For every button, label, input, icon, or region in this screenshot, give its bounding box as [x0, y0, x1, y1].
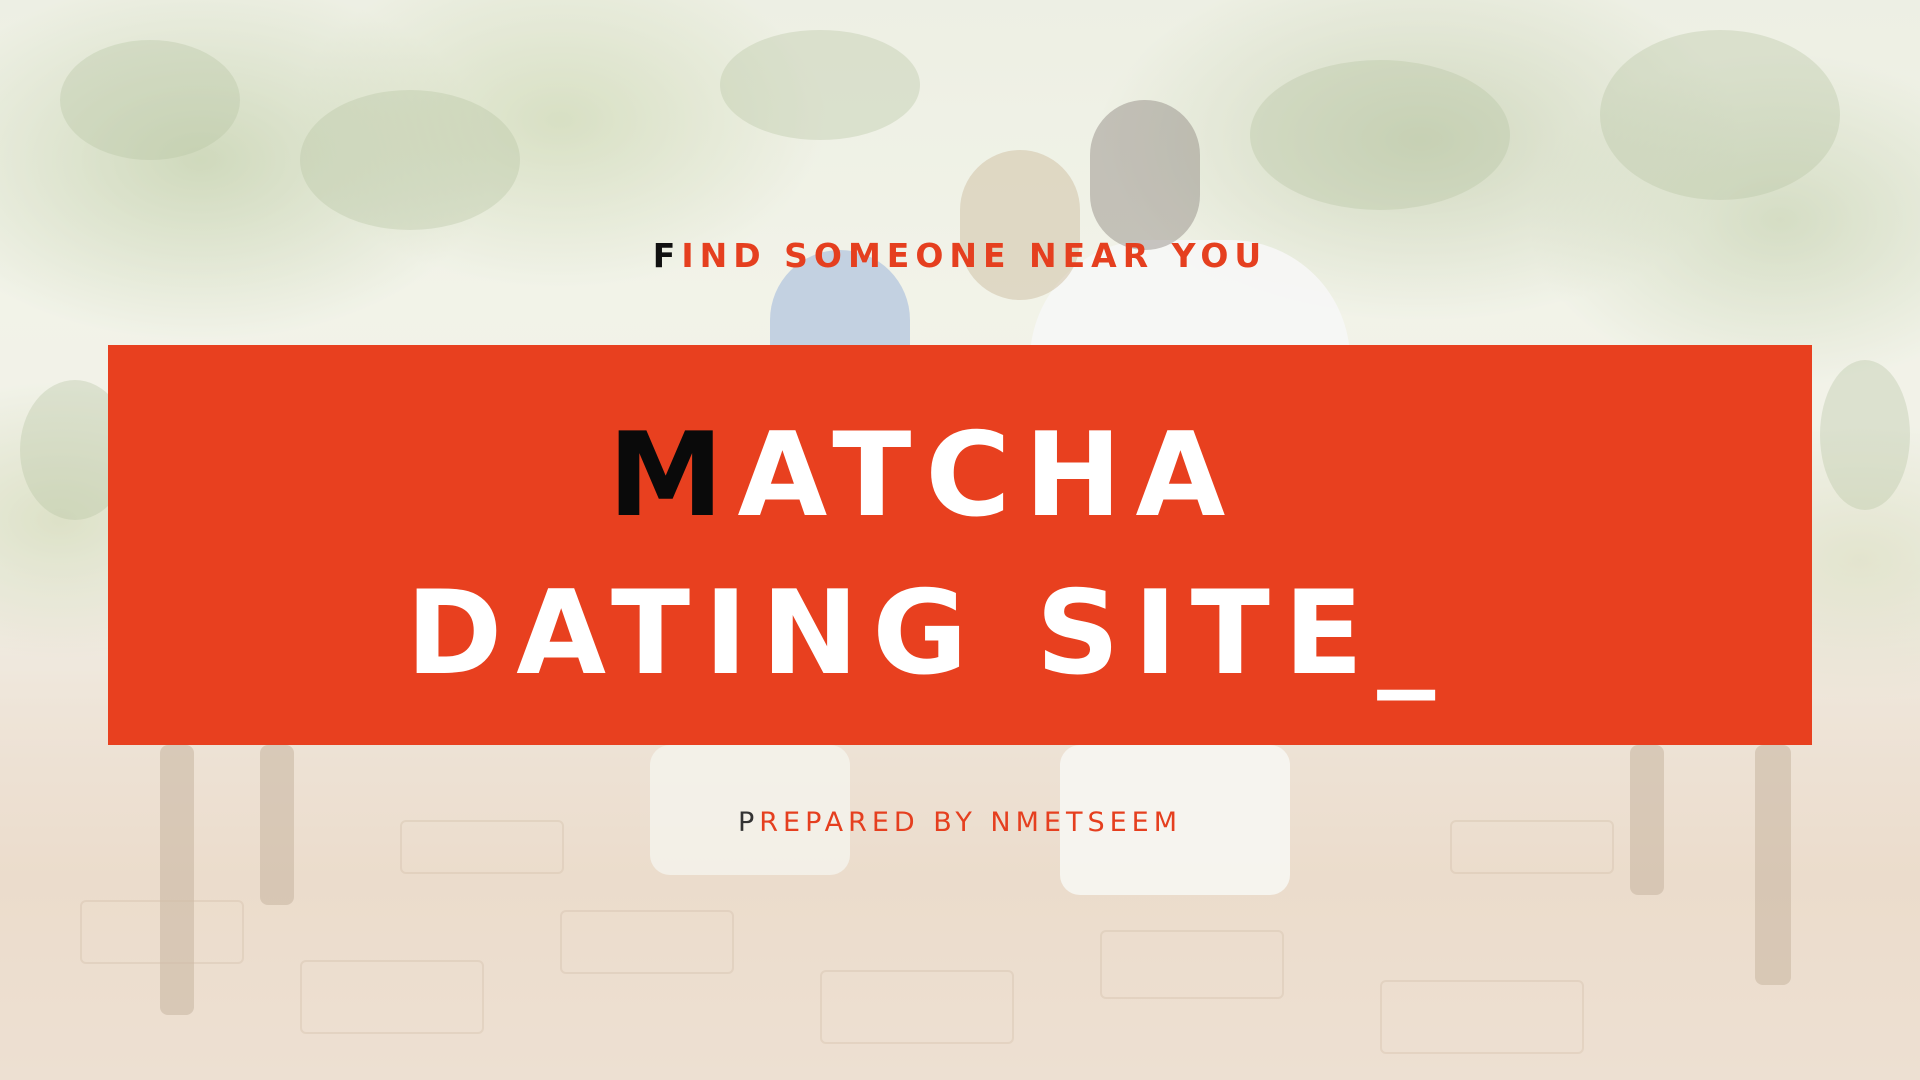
title-initial: M: [608, 408, 738, 543]
byline-text: REPARED BY NMETSEEM: [759, 807, 1183, 838]
byline: PREPARED BY NMETSEEM: [0, 807, 1920, 838]
title-line-2: DATING SITE_: [406, 566, 1450, 701]
title-word-1: ATCHA: [737, 408, 1240, 543]
title-line-1: MATCHA: [608, 418, 1239, 534]
tagline: FIND SOMEONE NEAR YOU: [0, 236, 1920, 275]
tagline-text: IND SOMEONE NEAR YOU: [681, 236, 1268, 275]
byline-initial: P: [737, 807, 760, 838]
tagline-initial: F: [652, 236, 682, 275]
